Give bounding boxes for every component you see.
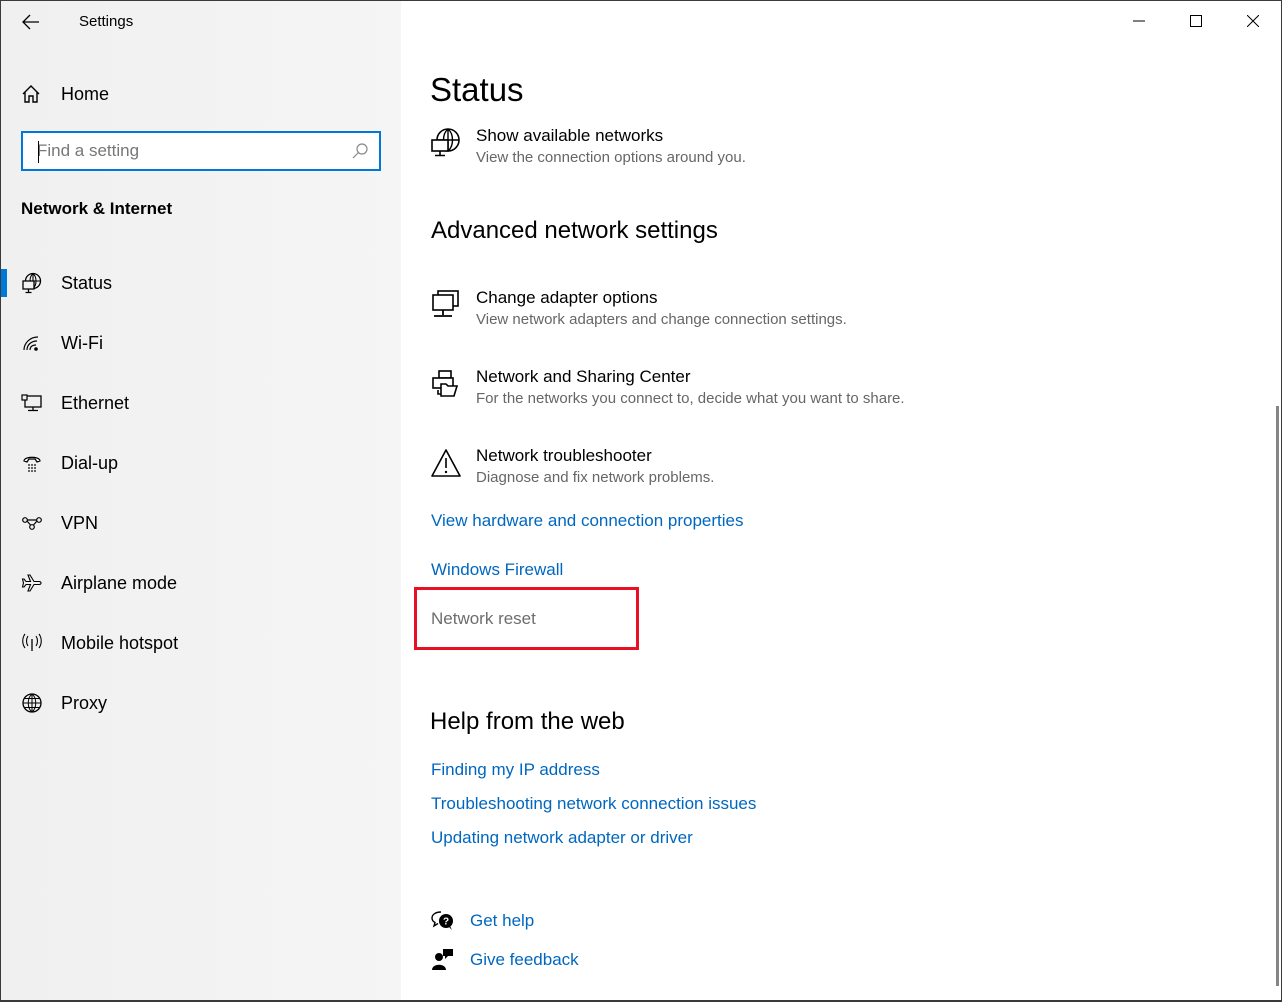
back-button[interactable] (15, 7, 47, 37)
search-input[interactable] (23, 133, 345, 169)
warning-icon (430, 445, 462, 479)
network-sharing-center[interactable]: Network and Sharing Center For the netwo… (430, 366, 905, 410)
sidebar-item-airplane[interactable]: Airplane mode (1, 553, 401, 613)
sidebar-nav: Status Wi-Fi Ethernet Dial-up VPN Airpla… (1, 253, 401, 733)
view-hardware-link[interactable]: View hardware and connection properties (431, 511, 744, 531)
help-link-ip[interactable]: Finding my IP address (431, 760, 600, 780)
help-heading: Help from the web (430, 708, 625, 735)
status-globe-icon (21, 272, 43, 294)
give-feedback-label: Give feedback (470, 950, 579, 969)
main-content: Status Show available networks View the … (401, 1, 1281, 1000)
item-subtitle: View network adapters and change connect… (476, 311, 847, 328)
sidebar-item-label: Status (61, 272, 113, 293)
give-feedback-link[interactable]: Give feedback (430, 947, 579, 973)
advanced-heading: Advanced network settings (431, 217, 718, 244)
app-title: Settings (79, 13, 134, 30)
item-subtitle: View the connection options around you. (476, 149, 746, 166)
maximize-button[interactable] (1167, 1, 1224, 41)
item-subtitle: For the networks you connect to, decide … (476, 390, 905, 407)
item-subtitle: Diagnose and fix network problems. (476, 469, 715, 486)
home-label: Home (61, 83, 110, 104)
get-help-label: Get help (470, 911, 535, 930)
airplane-icon (21, 572, 43, 594)
sidebar-item-vpn[interactable]: VPN (1, 493, 401, 553)
svg-text:?: ? (443, 917, 449, 928)
globe-icon (21, 692, 43, 714)
ethernet-icon (21, 392, 43, 414)
sidebar-item-proxy[interactable]: Proxy (1, 673, 401, 733)
sidebar-item-wifi[interactable]: Wi-Fi (1, 313, 401, 373)
section-title: Network & Internet (21, 199, 173, 218)
globe-monitor-icon (430, 125, 462, 159)
item-title: Network troubleshooter (476, 446, 652, 465)
sharing-center-icon (430, 366, 462, 400)
get-help-link[interactable]: ? Get help (430, 908, 534, 934)
sidebar-item-label: Dial-up (61, 452, 119, 473)
sidebar-item-hotspot[interactable]: Mobile hotspot (1, 613, 401, 673)
page-title: Status (430, 71, 524, 108)
adapter-icon (430, 287, 462, 321)
get-help-icon: ? (430, 908, 456, 934)
maximize-icon (1189, 15, 1202, 27)
item-title: Show available networks (476, 126, 664, 145)
dialup-icon (21, 452, 43, 474)
wifi-icon (21, 332, 43, 354)
search-icon[interactable] (345, 142, 375, 160)
scrollbar[interactable] (1276, 406, 1279, 986)
network-reset-link[interactable]: Network reset (431, 609, 536, 629)
home-icon (22, 85, 40, 103)
network-troubleshooter[interactable]: Network troubleshooter Diagnose and fix … (430, 445, 714, 489)
sidebar-item-dialup[interactable]: Dial-up (1, 433, 401, 493)
show-available-networks[interactable]: Show available networks View the connect… (430, 125, 746, 169)
sidebar: Settings Home Network & Internet Status (1, 1, 401, 1000)
sidebar-item-status[interactable]: Status (1, 253, 401, 313)
hotspot-icon (21, 632, 43, 654)
sidebar-item-home[interactable]: Home (21, 81, 109, 107)
vpn-icon (21, 512, 43, 534)
close-icon (1246, 15, 1259, 27)
minimize-icon (1132, 20, 1145, 22)
text-caret (38, 141, 39, 163)
sidebar-item-label: Wi-Fi (61, 332, 103, 353)
close-button[interactable] (1224, 1, 1281, 41)
help-link-adapter-driver[interactable]: Updating network adapter or driver (431, 828, 693, 848)
item-title: Change adapter options (476, 288, 658, 307)
windows-firewall-link[interactable]: Windows Firewall (431, 560, 563, 580)
settings-window: Settings Home Network & Internet Status (1, 1, 1281, 1000)
change-adapter-options[interactable]: Change adapter options View network adap… (430, 287, 847, 331)
back-arrow-icon (22, 14, 39, 30)
sidebar-item-label: VPN (61, 512, 99, 533)
sidebar-item-label: Mobile hotspot (61, 632, 179, 653)
item-title: Network and Sharing Center (476, 367, 691, 386)
sidebar-item-label: Airplane mode (61, 572, 178, 593)
help-link-troubleshooting[interactable]: Troubleshooting network connection issue… (431, 794, 756, 814)
search-box[interactable] (21, 131, 381, 171)
sidebar-item-ethernet[interactable]: Ethernet (1, 373, 401, 433)
window-controls (1110, 1, 1281, 41)
minimize-button[interactable] (1110, 1, 1167, 41)
feedback-icon (430, 947, 456, 973)
sidebar-item-label: Proxy (61, 692, 108, 713)
sidebar-item-label: Ethernet (61, 392, 130, 413)
